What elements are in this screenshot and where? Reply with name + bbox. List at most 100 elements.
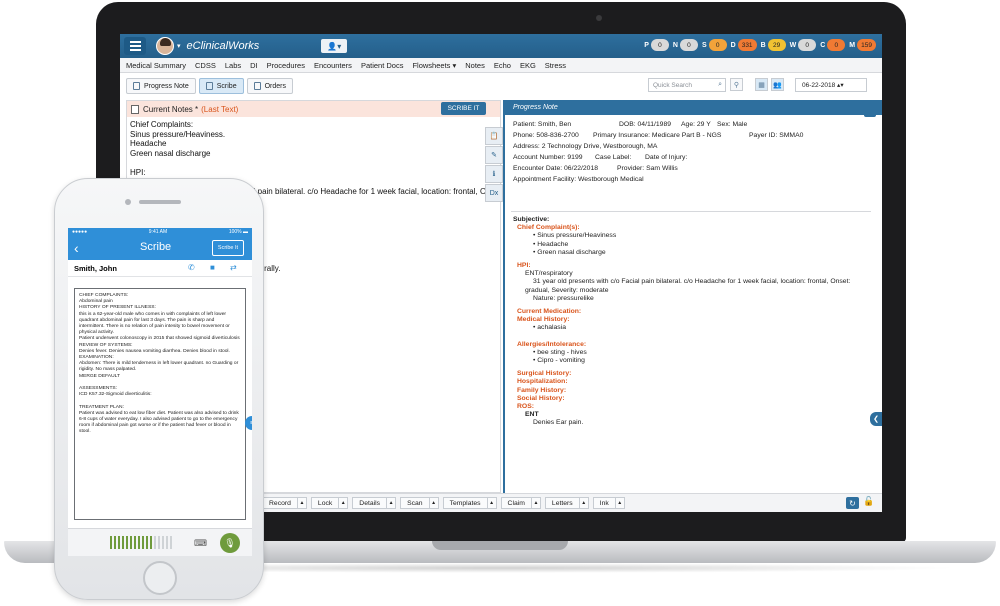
counter-b[interactable]: B 29 (761, 39, 786, 51)
payer-id: Payer ID: SMMA0 (749, 132, 804, 139)
scribe-it-phone-button[interactable]: Scribe It (212, 240, 244, 256)
home-button[interactable] (143, 561, 177, 595)
nav-item[interactable]: Stress (545, 61, 566, 70)
hpi-text-2: gradual, Severity: moderate (525, 286, 609, 294)
video-call-icon[interactable]: ■ (210, 263, 215, 272)
counter-label: D (730, 41, 736, 49)
nav-item[interactable]: Flowsheets ▾ (412, 61, 456, 70)
phone-note-text[interactable]: CHIEF COMPLAINTS: Abdominal pain HISTORY… (74, 288, 246, 520)
quick-search-input[interactable]: Quick Search ⌕ (648, 78, 726, 92)
nav-item[interactable]: Patient Docs (361, 61, 404, 70)
cc-item: • Headache (533, 240, 569, 248)
patient-lookup-icon[interactable]: 👤▾ (321, 39, 348, 53)
phone-status-bar: ●●●●● 9:41 AM 100% ▬ (68, 228, 252, 236)
audio-bar (146, 536, 148, 549)
allergy-item: • bee sting - hives (533, 348, 587, 356)
nav-item[interactable]: EKG (520, 61, 536, 70)
ros-text: Denies Ear pain. (533, 419, 584, 427)
audio-bar (122, 536, 124, 549)
phone-patient-name: Smith, John (74, 263, 117, 273)
medical-history-heading: Medical History: (517, 316, 570, 324)
primary-insurance: Primary Insurance: Medicare Part B - NGS (593, 132, 722, 139)
audio-bar (110, 536, 112, 549)
chevron-left-icon[interactable]: ❮ (870, 412, 882, 426)
hamburger-menu-icon[interactable] (124, 37, 146, 55)
orders-button[interactable]: Orders (246, 78, 293, 94)
chevron-up-icon[interactable]: ▲ (578, 498, 588, 508)
counter-d[interactable]: D 331 (731, 39, 757, 51)
keyboard-icon[interactable]: ⌨ (194, 538, 207, 549)
edit-icon[interactable]: ✎ (485, 146, 503, 164)
nav-item[interactable]: Medical Summary (126, 61, 186, 70)
refresh-icon[interactable]: ↻ (846, 497, 859, 509)
subjective-heading: Subjective: (513, 216, 550, 223)
transfer-icon[interactable]: ⇄ (230, 263, 237, 272)
divider (511, 211, 871, 212)
clipboard-icon[interactable]: 📋 (485, 127, 503, 145)
nav-item[interactable]: DI (250, 61, 258, 70)
user-avatar[interactable] (156, 37, 174, 55)
counter-w[interactable]: W0 (790, 39, 817, 51)
phone-call-icon[interactable]: ✆ (188, 263, 195, 272)
button-label: Scan (407, 499, 423, 507)
counter-n[interactable]: N0 (673, 39, 698, 51)
appointment-facility: Appointment Facility: Westborough Medica… (513, 176, 644, 183)
scan-button[interactable]: Scan ▲ (400, 497, 439, 509)
encounter-date-picker[interactable]: 06-22-2018 ▴▾ (795, 78, 867, 92)
button-label: Record (269, 499, 291, 507)
counter-badge: 0 (679, 39, 698, 51)
phone-patient-row: Smith, John ✆ ■ ⇄ (68, 260, 252, 277)
chevron-up-icon[interactable]: ▲ (486, 498, 496, 508)
button-label: Templates (449, 499, 481, 507)
nav-item[interactable]: CDSS (195, 61, 216, 70)
audio-bar (142, 536, 144, 549)
scribe-it-button[interactable]: SCRIBE IT (441, 102, 486, 115)
dx-button[interactable]: Dx (485, 184, 503, 202)
microphone-icon[interactable]: 🎙 (220, 533, 240, 553)
counter-label: N (672, 41, 678, 49)
app-brand: eClinicalWorks (186, 40, 260, 52)
people-icon[interactable]: 👥 (771, 78, 784, 91)
phone-menu-icon[interactable]: ≡ (245, 416, 252, 430)
document-icon (133, 82, 140, 90)
windows-icon[interactable]: ▦ (755, 78, 768, 91)
counter-c[interactable]: C0 (820, 39, 846, 51)
chevron-up-icon[interactable]: ▲ (338, 498, 347, 508)
templates-button[interactable]: Templates ▲ (442, 497, 497, 509)
unlock-icon[interactable]: 🔓 (863, 496, 874, 507)
back-chevron-icon[interactable]: ‹ (74, 240, 79, 256)
progress-note-button[interactable]: Progress Note (126, 78, 196, 94)
nav-item[interactable]: Echo (494, 61, 511, 70)
chevron-up-icon[interactable]: ▲ (428, 498, 438, 508)
nav-item[interactable]: Encounters (314, 61, 352, 70)
lock-button[interactable]: Lock ▲ (310, 497, 349, 509)
case-label: Case Label: (595, 154, 632, 161)
counter-label: P (644, 41, 649, 49)
chevron-up-icon[interactable]: ▲ (386, 498, 395, 508)
chevron-up-icon[interactable]: ▲ (614, 498, 624, 508)
patient-phone: Phone: 508-836-2700 (513, 132, 579, 139)
info-icon[interactable]: ℹ (485, 165, 503, 183)
claim-button[interactable]: Claim ▲ (500, 497, 541, 509)
scribe-button[interactable]: Scribe (198, 78, 244, 94)
divider-icon (736, 78, 742, 91)
counter-m[interactable]: M 159 (849, 39, 876, 51)
progress-note-body: Subjective: Chief Complaint(s): • Sinus … (513, 216, 873, 428)
chevron-up-icon[interactable]: ▲ (296, 498, 306, 508)
chevron-down-icon[interactable]: ▾ (177, 42, 181, 50)
nav-item[interactable]: Procedures (267, 61, 305, 70)
phone-footer: ⌨ 🎙 (68, 528, 252, 556)
counter-s[interactable]: S0 (702, 39, 727, 51)
counter-p[interactable]: P0 (644, 39, 669, 51)
chevron-up-icon[interactable]: ▲ (530, 498, 540, 508)
record-button[interactable]: Record ▲ (262, 497, 307, 509)
counter-label: B (760, 41, 766, 49)
laptop-camera (596, 15, 602, 21)
ink-button[interactable]: Ink ▲ (592, 497, 625, 509)
module-nav: Medical Summary CDSS Labs DI Procedures Encou… (120, 58, 882, 73)
nav-item[interactable]: Labs (225, 61, 241, 70)
details-button[interactable]: Details ▲ (352, 497, 397, 509)
nav-item[interactable]: Notes (465, 61, 485, 70)
counter-badge: 0 (798, 39, 817, 51)
letters-button[interactable]: Letters ▲ (544, 497, 589, 509)
